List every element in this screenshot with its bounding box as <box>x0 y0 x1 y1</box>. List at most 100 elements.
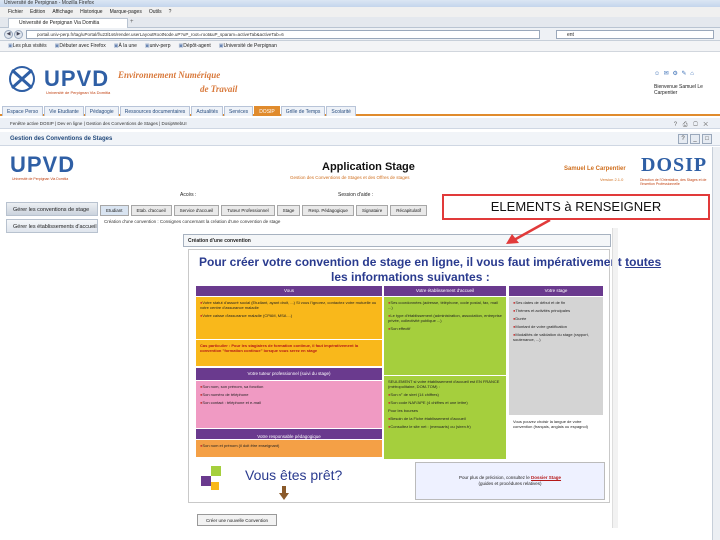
accueil-france-intro: SEULEMENT si votre établissement d'accue… <box>388 379 500 389</box>
accueil-extra: Besoin de la Fiche établissement d'accue… <box>388 416 502 421</box>
minimize-button[interactable]: _ <box>690 134 700 144</box>
upvd-logo-subtitle: Université de Perpignan Via Domitia <box>46 90 111 95</box>
col-accueil-header: Votre établissement d'accueil <box>384 286 506 296</box>
stage-item: Durée <box>513 316 599 321</box>
menu-aide[interactable]: ? <box>169 7 172 17</box>
upvd-logo[interactable]: UPVD <box>44 66 109 92</box>
vous-item: Votre caisse d'assurance maladie (CPAM, … <box>200 313 378 318</box>
tab-services[interactable]: Services <box>224 106 254 116</box>
puzzle-squares-icon <box>201 466 221 490</box>
arrow-down-icon <box>279 486 289 500</box>
window-title: Université de Perpignan - Mozilla Firefo… <box>0 0 720 7</box>
tab-scolarite[interactable]: Scolarité <box>326 106 356 116</box>
tab-ressources[interactable]: Ressources documentaires <box>119 106 191 116</box>
back-button[interactable]: ◀ <box>4 30 13 39</box>
tab-etudiant[interactable]: Etudiant <box>100 205 129 216</box>
bookmarks-bar: Les plus visités Débuter avec Firefox À … <box>0 41 720 52</box>
bookmark-item[interactable]: Débuter avec Firefox <box>55 41 105 51</box>
search-input[interactable]: ent <box>556 30 714 39</box>
menu-gerer-etablissements[interactable]: Gérer les établissements d'accueil <box>6 219 98 233</box>
ent-tool-icons[interactable]: ☺ ✉ ⚙ ✎ ⌂ <box>654 70 695 77</box>
tuteur-header: Votre tuteur professionnel (suivi du sta… <box>196 368 382 380</box>
menu-affichage[interactable]: Affichage <box>52 7 73 17</box>
welcome-message: Bienvenue Samuel Le Carpentier <box>654 84 703 96</box>
vous-item: Votre statut d'assuré social (Etudiant, … <box>200 300 378 310</box>
tab-signataire[interactable]: Signataire <box>355 205 389 216</box>
bookmark-item[interactable]: Dépôt-agent <box>178 41 211 51</box>
app-title: Application Stage <box>322 161 415 173</box>
annotation-label: ELEMENTS à RENSEIGNER <box>442 194 710 220</box>
access-label: Accès : <box>180 192 197 198</box>
session-label: Session d'aide : <box>338 192 374 198</box>
help-button[interactable]: ? <box>678 134 688 144</box>
module-buttons: ? _ □ <box>678 134 712 144</box>
vous-box: Votre statut d'assuré social (Etudiant, … <box>196 297 382 339</box>
menu-edition[interactable]: Edition <box>30 7 45 17</box>
tab-etab-accueil[interactable]: Etab. d'accueil <box>130 205 172 216</box>
menu-gerer-conventions[interactable]: Gérer les conventions de stage <box>6 202 98 216</box>
col-vous-header: Vous <box>196 286 382 296</box>
tab-vie-etudiante[interactable]: Vie Etudiante <box>44 106 84 116</box>
accueil-extra: Pour les bourses <box>388 408 419 413</box>
accueil-box: Ses coordonnées (adresse, téléphone, cod… <box>384 297 506 375</box>
window-control-icons[interactable]: ? ⎙ ▢ ✕ <box>674 120 710 131</box>
menu-outils[interactable]: Outils <box>149 7 162 17</box>
tab-pedagogie[interactable]: Pédagogie <box>84 106 119 116</box>
bookmark-item[interactable]: À la une <box>114 41 137 51</box>
info-heading-underlined: toutes <box>625 255 662 269</box>
tab-grille-temps[interactable]: Grille de Temps <box>280 106 326 116</box>
stage-item: Montant de votre gratification <box>513 324 599 329</box>
stage-box: Ses dates de début et de fin Thèmes et a… <box>509 297 603 415</box>
forward-button[interactable]: ▶ <box>14 30 23 39</box>
tab-stage[interactable]: Stage <box>276 205 301 216</box>
new-tab-button[interactable]: + <box>130 19 134 25</box>
accueil-france-box: SEULEMENT si votre établissement d'accue… <box>384 376 506 459</box>
tab-resp-pedagogique[interactable]: Resp. Pédagogique <box>302 205 354 216</box>
tuteur-box: Son nom, son prénom, sa fonction Son num… <box>196 381 382 428</box>
menu-fichier[interactable]: Fichier <box>8 7 23 17</box>
new-convention-button[interactable]: Créer une nouvelle Convention <box>197 514 277 526</box>
menu-bar: Fichier Edition Affichage Historique Mar… <box>0 7 720 17</box>
upvd-mark-icon <box>9 66 35 92</box>
dosip-logo: DOSIP <box>641 154 708 176</box>
tab-actualites[interactable]: Actualités <box>191 106 223 116</box>
browser-tab[interactable]: Université de Perpignan Via Domitia <box>8 18 128 28</box>
tab-espace-perso[interactable]: Espace Perso <box>2 106 44 116</box>
bookmark-item[interactable]: univ-perp <box>145 41 171 51</box>
maximize-button[interactable]: □ <box>702 134 712 144</box>
info-panel: Pour créer votre convention de stage en … <box>188 249 661 503</box>
app-upvd-logo: UPVD <box>10 152 76 177</box>
partic-box: Cas particulier : Pour les stagiaires de… <box>196 340 382 366</box>
bookmark-item[interactable]: Université de Perpignan <box>219 41 276 51</box>
info-heading: Pour créer votre convention de stage en … <box>199 255 661 269</box>
accueil-extra-link[interactable]: Consultez le site net : (menuarts) ou (s… <box>388 424 502 429</box>
dossier-suffix: (guides et procédures relatives) <box>478 481 542 486</box>
dossier-stage-box: Pour plus de précision, consultez le Dos… <box>415 462 605 500</box>
menu-historique[interactable]: Historique <box>80 7 103 17</box>
dossier-stage-link[interactable]: Dossier Stage <box>531 475 561 480</box>
frame-title: Création d'une convention <box>188 238 251 244</box>
stage-item: Ses dates de début et de fin <box>513 300 599 305</box>
url-field[interactable]: portail.univ-perp.fr/tag/uPortal/f/u23l1… <box>26 30 540 39</box>
breadcrumb-text: Fenêtre active DOSIP | Dev en ligne | Ge… <box>10 121 187 126</box>
panel-scrollbar[interactable] <box>612 228 618 528</box>
tuteur-item: Son contact : téléphone et e-mail <box>200 400 378 405</box>
tab-dosip[interactable]: DOSIP <box>254 106 280 116</box>
tab-service-accueil[interactable]: Service d'accueil <box>173 205 220 216</box>
ent-title: Environnement Numérique <box>118 70 221 80</box>
left-menu: Gérer les conventions de stage Gérer les… <box>6 202 98 236</box>
user-name: Samuel Le Carpentier <box>564 166 626 172</box>
accueil-france-item: Son n° de siret (14 chiffres) <box>388 392 502 397</box>
page-scrollbar[interactable] <box>712 147 720 540</box>
tab-recapitulatif[interactable]: Récapitulatif <box>390 205 427 216</box>
dosip-subtitle: Direction de l'Orientation, des Stages e… <box>640 178 707 186</box>
menu-marque-pages[interactable]: Marque-pages <box>110 7 142 17</box>
col-stage-header: Votre stage <box>509 286 603 296</box>
accueil-france-item: Son code NAF/APE (4 chiffres et une lett… <box>388 400 502 405</box>
tab-tuteur[interactable]: Tuteur Professionnel <box>221 205 275 216</box>
dossier-prefix: Pour plus de précision, consultez le <box>458 475 532 480</box>
info-heading-text: Pour créer votre convention de stage en … <box>199 255 626 269</box>
stage-item: Modalités de validation du stage (rappor… <box>513 332 599 342</box>
bookmark-item[interactable]: Les plus visités <box>8 41 47 51</box>
role-row: Accès : Session d'aide : <box>170 192 450 200</box>
